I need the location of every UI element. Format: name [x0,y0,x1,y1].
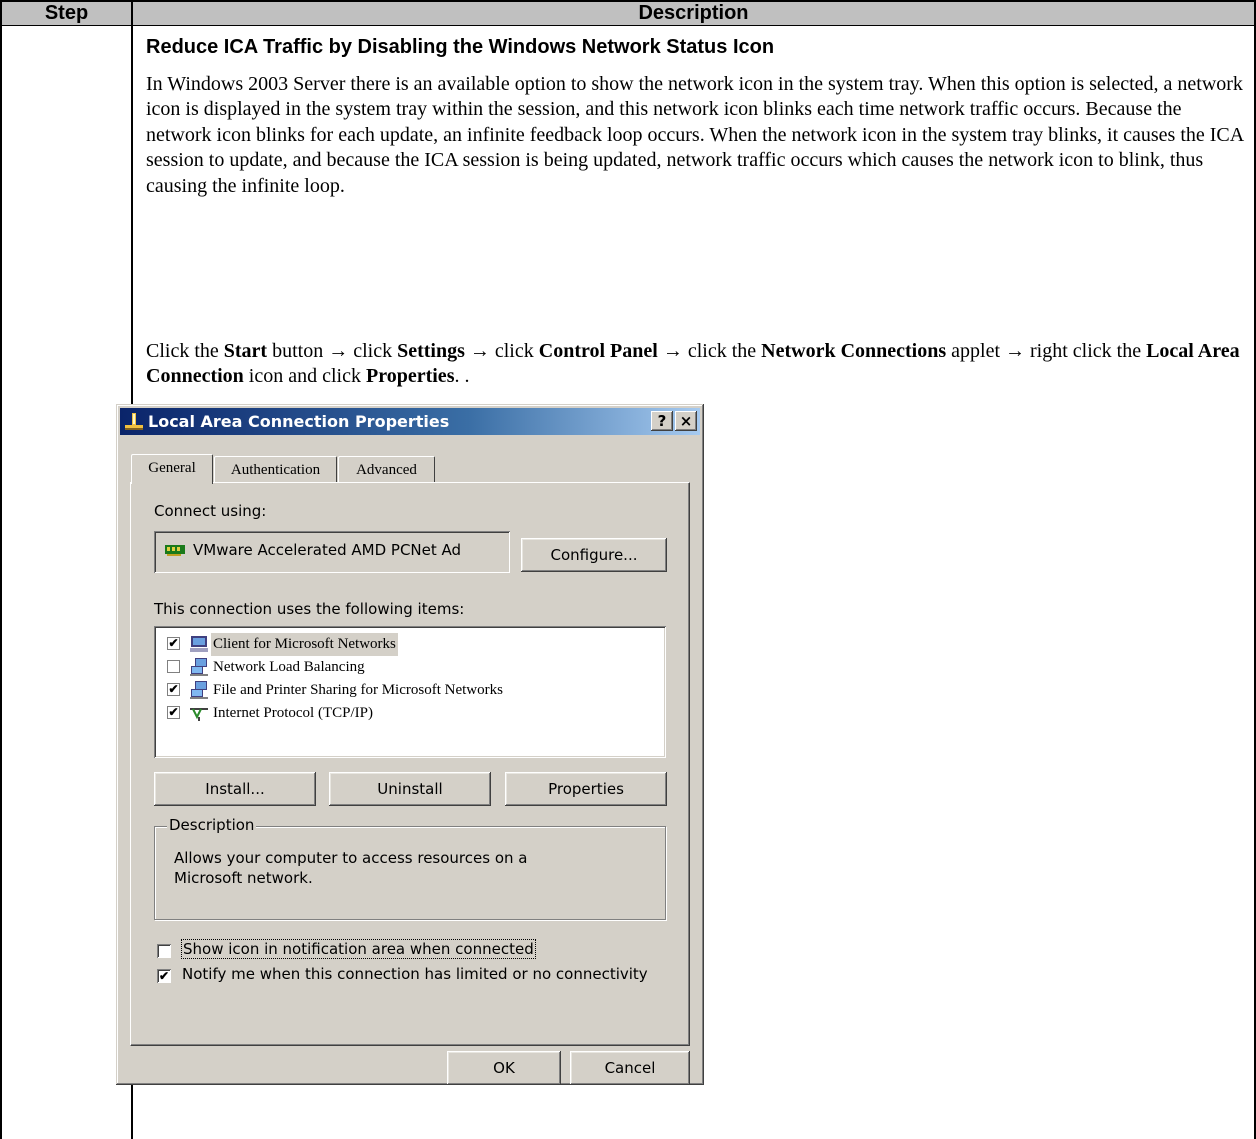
tab-panel-general [130,482,690,1046]
help-button[interactable]: ? [651,411,673,431]
tab-authentication[interactable]: Authentication [214,456,337,482]
dialog-titlebar[interactable]: Local Area Connection Properties ? × [120,408,700,435]
instruction-text: applet → right click the [946,340,1147,362]
instruction-control-panel: Control Panel [538,340,658,362]
instruction-properties: Properties [365,365,455,388]
tab-general[interactable]: General [131,454,213,484]
header-description: Description [133,2,1254,25]
instruction-settings: Settings [397,340,465,362]
section-title: Reduce ICA Traffic by Disabling the Wind… [146,36,775,58]
table-border-header [0,25,1256,26]
header-step: Step [2,2,131,25]
instruction-text: button → click [267,340,398,362]
instruction-text: → click [464,340,539,362]
close-button[interactable]: × [675,411,697,431]
table-border-left [0,0,2,1139]
dialog-title: Local Area Connection Properties [148,412,450,431]
paragraph-explanation: In Windows 2003 Server there is an avail… [146,73,1244,197]
paragraph-instructions: Click the Start button → click Settings … [146,339,1246,390]
network-connection-icon [125,413,143,430]
instruction-network-connections: Network Connections [761,340,947,362]
instruction-start: Start [223,340,268,362]
instruction-text: . . [454,365,470,388]
instruction-text: icon and click [243,365,366,388]
tab-advanced[interactable]: Advanced [338,456,435,482]
instruction-text: Click the [146,340,224,362]
instruction-text: → click the [657,340,762,362]
